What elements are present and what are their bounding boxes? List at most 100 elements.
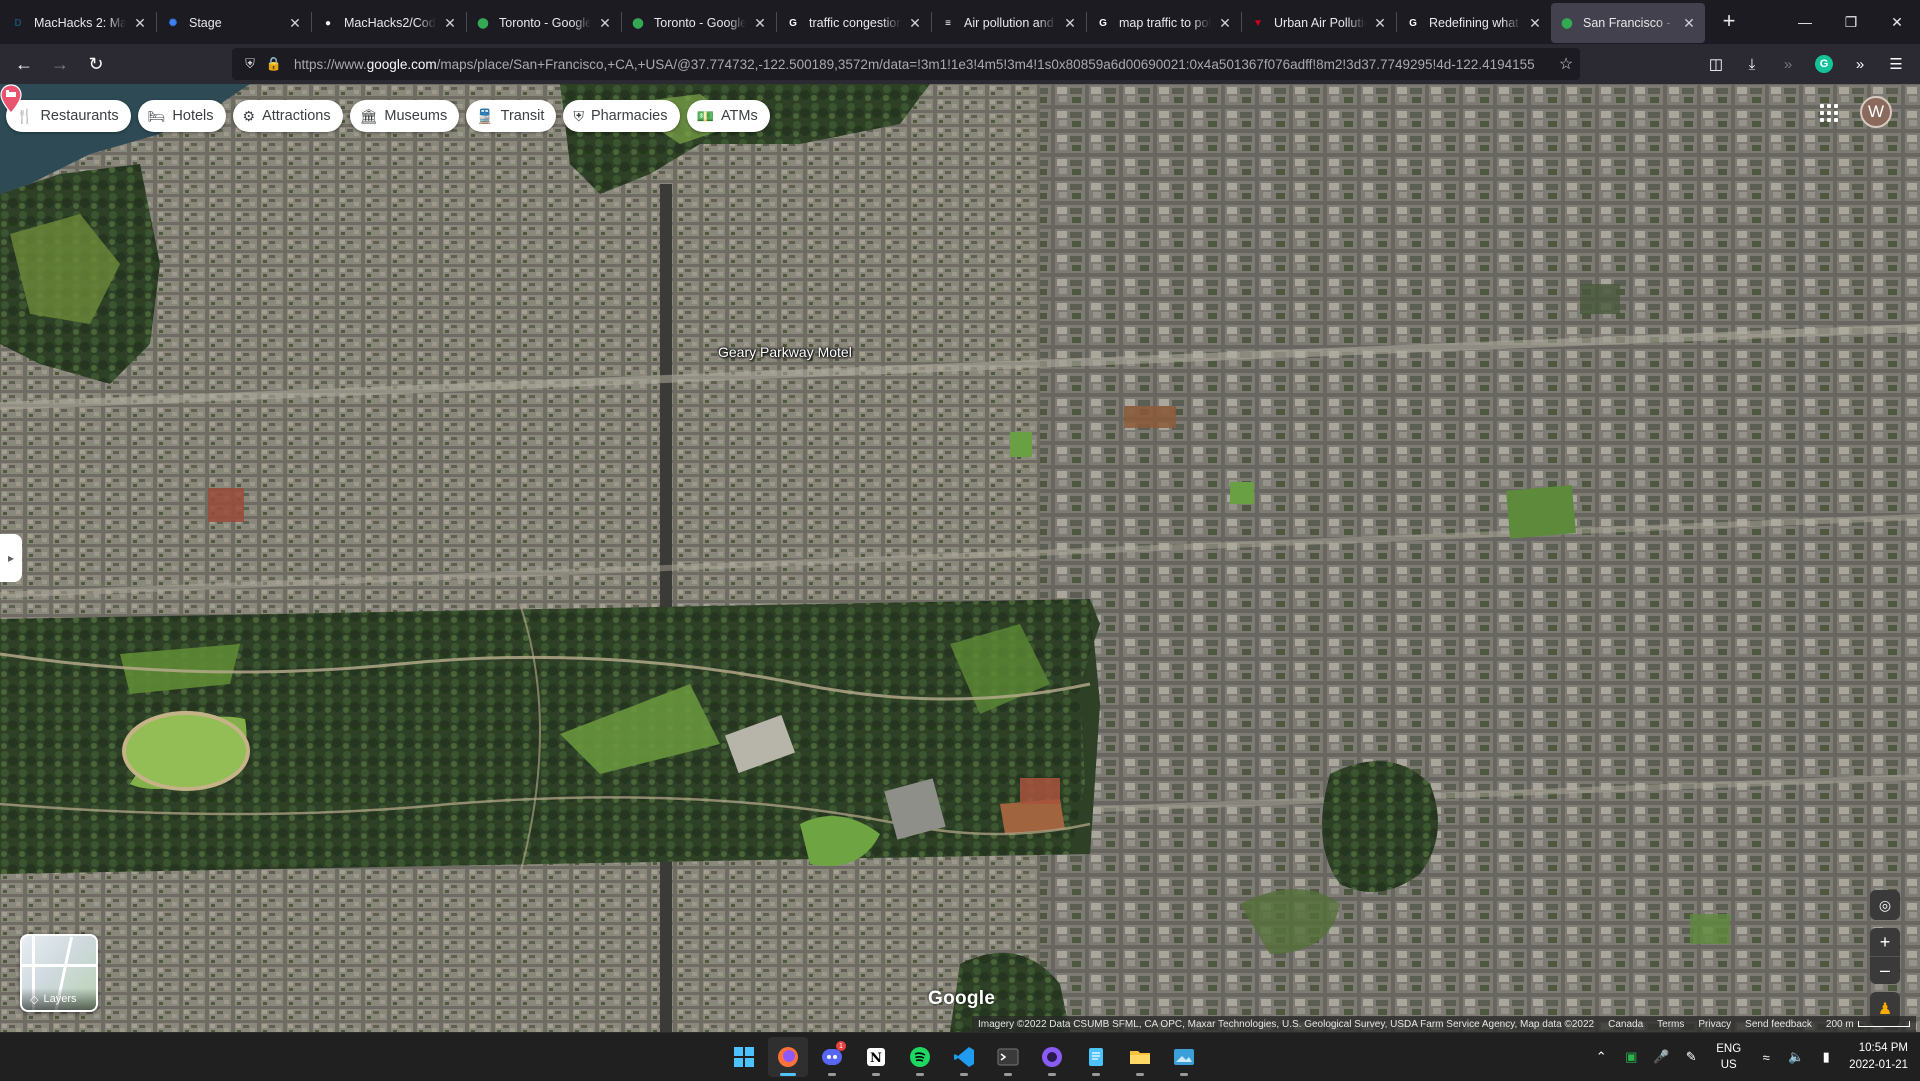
google-icon: G xyxy=(789,17,797,29)
expand-side-panel-button[interactable]: ▸ xyxy=(0,534,22,582)
url-path: /maps/place/San+Francisco,+CA,+USA/@37.7… xyxy=(436,56,1535,72)
tab-list: D MacHacks 2: MacHacks ✕ ✺ Stage ✕ ● MacHacks2/… xyxy=(0,0,1705,44)
chip-attractions[interactable]: ⚙ Attractions xyxy=(232,100,343,132)
tab-strip: D MacHacks 2: MacHacks ✕ ✺ Stage ✕ ● MacHacks2/… xyxy=(0,0,1920,44)
tab-close-icon[interactable]: ✕ xyxy=(752,15,768,31)
tab-title: MacHacks 2: MacHacks xyxy=(34,16,126,30)
tab-close-icon[interactable]: ✕ xyxy=(907,15,923,31)
new-tab-button[interactable]: + xyxy=(1713,6,1745,38)
battery-icon[interactable]: ▮ xyxy=(1814,1049,1838,1065)
tab[interactable]: ✺ Stage ✕ xyxy=(157,3,311,43)
lock-icon[interactable]: 🔒 xyxy=(264,56,284,72)
extension-forward-icon[interactable]: » xyxy=(1772,48,1804,80)
hangouts-tray-icon[interactable]: ▣ xyxy=(1619,1049,1643,1065)
photos-icon[interactable] xyxy=(1164,1037,1204,1077)
close-window-button[interactable]: ✕ xyxy=(1874,0,1920,44)
language-indicator[interactable]: ENG US xyxy=(1716,1041,1741,1073)
file-explorer-icon[interactable] xyxy=(1120,1037,1160,1077)
tab-close-icon[interactable]: ✕ xyxy=(1062,15,1078,31)
github-desktop-icon[interactable] xyxy=(1032,1037,1072,1077)
notion-icon[interactable]: N xyxy=(856,1037,896,1077)
chip-museums[interactable]: 🏛 Museums xyxy=(349,100,460,132)
tab-close-icon[interactable]: ✕ xyxy=(132,15,148,31)
restore-button[interactable]: ❐ xyxy=(1828,0,1874,44)
volume-icon[interactable]: 🔈 xyxy=(1784,1049,1808,1065)
google-apps-icon[interactable] xyxy=(1818,102,1840,124)
browser-window: D MacHacks 2: MacHacks ✕ ✺ Stage ✕ ● MacHacks2/… xyxy=(0,0,1920,1032)
tab[interactable]: ⬤ Toronto - Google Maps ✕ xyxy=(622,3,776,43)
place-label[interactable]: Geary Parkway Motel xyxy=(718,344,852,360)
satellite-imagery[interactable] xyxy=(0,84,1920,1032)
spotify-icon[interactable] xyxy=(900,1037,940,1077)
tab-close-icon[interactable]: ✕ xyxy=(1681,15,1697,31)
tab-close-icon[interactable]: ✕ xyxy=(1217,15,1233,31)
url-text[interactable]: https://www.google.com/maps/place/San+Fr… xyxy=(294,57,1552,72)
back-button[interactable]: ← xyxy=(8,48,40,80)
tab[interactable]: ⬤ San Francisco - Google Maps ✕ xyxy=(1551,3,1705,43)
maps-pin-icon: ⬤ xyxy=(632,17,644,29)
tab-title: Urban Air Pollution xyxy=(1274,16,1366,30)
tab[interactable]: Gtraffic congestion ✕ xyxy=(777,3,931,43)
bookmark-star-icon[interactable]: ☆ xyxy=(1552,54,1580,74)
tab-close-icon[interactable]: ✕ xyxy=(1527,15,1543,31)
chip-pharmacies[interactable]: ⛨ Pharmacies xyxy=(563,100,680,132)
zoom-in-button[interactable]: + xyxy=(1870,928,1900,956)
address-bar[interactable]: ⛨ 🔒 https://www.google.com/maps/place/Sa… xyxy=(232,48,1580,80)
tab[interactable]: ● MacHacks2/Code ✕ xyxy=(312,3,466,43)
minimize-button[interactable]: — xyxy=(1782,0,1828,44)
chip-hotels[interactable]: 🛏 Hotels xyxy=(137,100,226,132)
grammarly-icon[interactable]: G xyxy=(1808,48,1840,80)
hotel-pin-icon[interactable] xyxy=(0,84,22,114)
devpost-icon: D xyxy=(14,17,22,29)
chip-restaurants[interactable]: 🍴 Restaurants xyxy=(6,100,131,132)
notepad-icon[interactable] xyxy=(1076,1037,1116,1077)
terminal-icon[interactable] xyxy=(988,1037,1028,1077)
navigation-bar: ← → ↻ ⛨ 🔒 https://www.google.com/maps/pl… xyxy=(0,44,1920,84)
chip-transit[interactable]: 🚆 Transit xyxy=(466,100,557,132)
scale-bar[interactable]: 200 m xyxy=(1826,1019,1910,1030)
forward-button[interactable]: → xyxy=(44,48,76,80)
tab-close-icon[interactable]: ✕ xyxy=(287,15,303,31)
microphone-icon[interactable]: 🎤 xyxy=(1649,1049,1673,1065)
satellite-map[interactable]: 🍴 Restaurants 🛏 Hotels ⚙ Attractions 🏛 Museums 🚆… xyxy=(0,84,1920,1032)
chip-label: Attractions xyxy=(262,108,331,124)
account-avatar[interactable]: W xyxy=(1860,96,1892,128)
tracking-shield-icon[interactable]: ⛨ xyxy=(240,56,260,72)
downloads-icon[interactable]: ⤓ xyxy=(1736,48,1768,80)
reload-button[interactable]: ↻ xyxy=(80,48,112,80)
layers-button[interactable]: ◇ Layers xyxy=(20,934,98,1012)
menu-icon[interactable]: ☰ xyxy=(1880,48,1912,80)
github-icon: ● xyxy=(324,17,332,29)
zoom-out-button[interactable]: – xyxy=(1870,956,1900,984)
tab[interactable]: ⬤ Toronto - Google Maps ✕ xyxy=(467,3,621,43)
tab-close-icon[interactable]: ✕ xyxy=(442,15,458,31)
firefox-icon[interactable] xyxy=(768,1037,808,1077)
tab-close-icon[interactable]: ✕ xyxy=(1372,15,1388,31)
clock[interactable]: 10:54 PM 2022-01-21 xyxy=(1849,1040,1908,1074)
wifi-icon[interactable]: ≈ xyxy=(1754,1050,1778,1065)
region-link[interactable]: Canada xyxy=(1608,1019,1643,1030)
vscode-icon[interactable] xyxy=(944,1037,984,1077)
tab[interactable]: D MacHacks 2: MacHacks ✕ xyxy=(2,3,156,43)
google-icon: G xyxy=(1409,17,1417,29)
my-location-button[interactable]: ◎ xyxy=(1870,890,1900,920)
pen-icon[interactable]: ✎ xyxy=(1679,1049,1703,1065)
map-controls: ◎ + – ♟ xyxy=(1870,890,1900,1026)
tab-close-icon[interactable]: ✕ xyxy=(597,15,613,31)
windows-start-icon[interactable] xyxy=(724,1037,764,1077)
pocket-icon[interactable]: ◫ xyxy=(1700,48,1732,80)
more-tools-icon[interactable]: » xyxy=(1844,48,1876,80)
discord-icon[interactable]: 1 xyxy=(812,1037,852,1077)
chip-label: Transit xyxy=(500,108,545,124)
tab[interactable]: Gmap traffic to pollution ✕ xyxy=(1087,3,1241,43)
tab[interactable]: ▼ Urban Air Pollution ✕ xyxy=(1242,3,1396,43)
chevron-up-icon[interactable]: ⌃ xyxy=(1589,1049,1613,1065)
chip-atms[interactable]: 💵 ATMs xyxy=(686,100,770,132)
article-icon: ≡ xyxy=(945,17,951,29)
privacy-link[interactable]: Privacy xyxy=(1698,1019,1731,1030)
terms-link[interactable]: Terms xyxy=(1657,1019,1684,1030)
language-code: ENG xyxy=(1716,1043,1742,1055)
tab[interactable]: G Redefining what a ✕ xyxy=(1397,3,1551,43)
send-feedback-link[interactable]: Send feedback xyxy=(1745,1019,1812,1030)
tab[interactable]: ≡ Air pollution and health ✕ xyxy=(932,3,1086,43)
